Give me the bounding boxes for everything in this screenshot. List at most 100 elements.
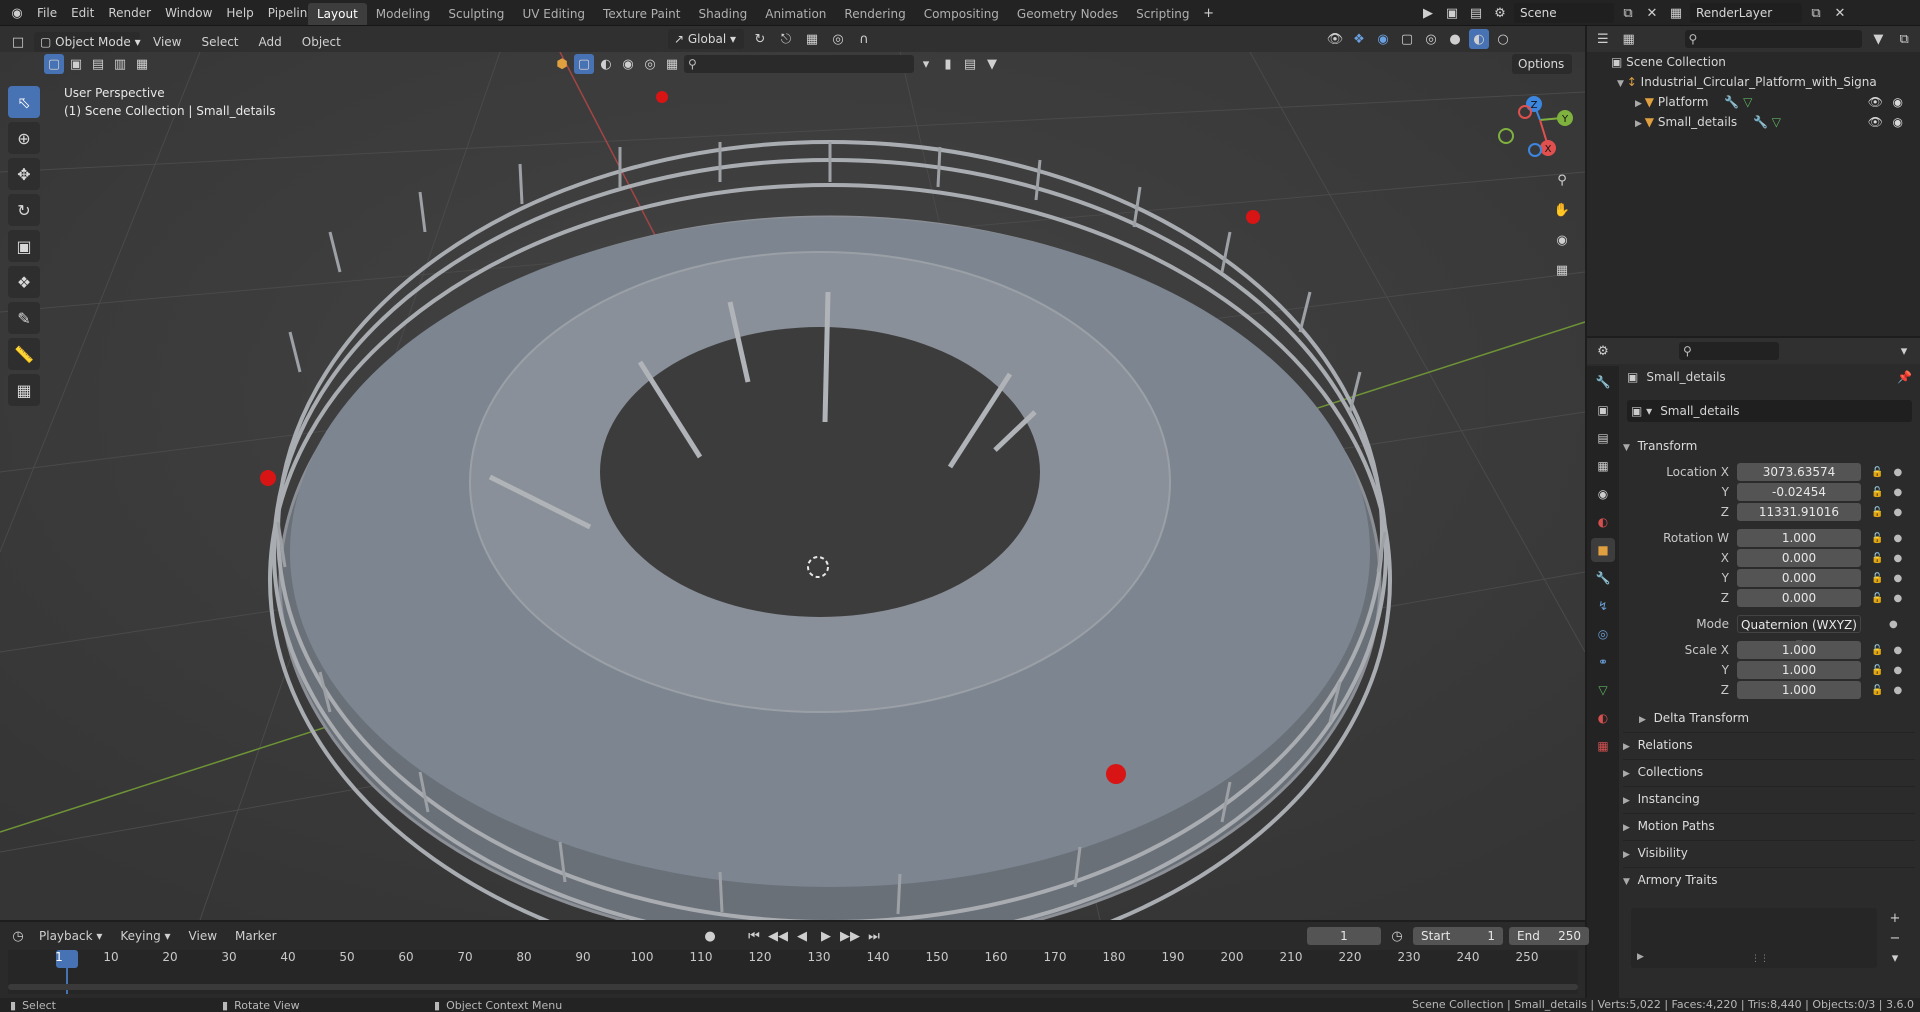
object-name-field[interactable]: ▣ ▾ Small_details [1627,400,1912,422]
modifiers-tab-icon[interactable]: 🔧 [1591,566,1615,590]
delta-transform-section[interactable]: ▶ Delta Transform [1639,706,1915,730]
keyframe-dot-icon[interactable]: ● [1893,467,1902,478]
expand-arrow-icon[interactable]: ▼ [1617,79,1627,89]
trait-menu-icon[interactable]: ▾ [1885,948,1905,968]
visibility-section[interactable]: ▶ Visibility [1623,840,1915,864]
tab-sculpting[interactable]: Sculpting [439,3,513,25]
texture-tab-icon[interactable]: ▦ [1591,734,1615,758]
tab-geometry-nodes[interactable]: Geometry Nodes [1008,3,1127,25]
filter-empty-icon[interactable]: ◎ [640,54,660,74]
keyframe-dot-icon[interactable]: ● [1893,507,1902,518]
view-layer-tab-icon[interactable]: ▦ [1591,454,1615,478]
options-button[interactable]: Options [1512,54,1572,74]
keyframe-dot-icon[interactable]: ● [1893,487,1902,498]
xray-icon[interactable]: ▢ [1397,29,1417,49]
rotation-y-field[interactable]: 0.000 [1737,569,1861,587]
solid-shading-icon[interactable]: ● [1445,29,1465,49]
proportional-edit-icon[interactable]: ◎ [828,29,848,49]
scene-tab-icon[interactable]: ◉ [1591,482,1615,506]
rotation-mode-dropdown[interactable]: Quaternion (WXYZ) ▾ [1737,615,1861,650]
lock-icon[interactable]: 🔓 [1871,507,1883,518]
render-image-icon[interactable]: ▣ [1442,3,1462,23]
snap-icon[interactable]: ⎋ [776,29,796,49]
physics-tab-icon[interactable]: ◎ [1591,622,1615,646]
add-trait-icon[interactable]: + [1885,908,1905,928]
properties-options-icon[interactable]: ▾ [1894,341,1914,361]
lock-icon[interactable]: 🔓 [1871,573,1883,584]
mode-dropdown[interactable]: ▢ Object Mode ▾ [34,32,141,52]
motion-paths-section[interactable]: ▶ Motion Paths [1623,813,1915,837]
pin-icon[interactable]: 📌 [1897,370,1912,384]
editor-type-icon[interactable]: □ [8,32,28,52]
outliner-search-input[interactable]: ⚲ [1684,30,1863,48]
tab-uv-editing[interactable]: UV Editing [513,3,594,25]
overlay-icon[interactable]: ◉ [1373,29,1393,49]
orientation-dropdown[interactable]: ↗ Global ▾ [668,29,744,49]
measure-tool[interactable]: 📏 [8,338,40,370]
render-animation-icon[interactable]: ▤ [1466,3,1486,23]
select-new-icon[interactable]: ▢ [44,54,64,74]
location-z-field[interactable]: 11331.91016 [1737,503,1861,521]
constraints-tab-icon[interactable]: ⚭ [1591,650,1615,674]
annotate-tool[interactable]: ✎ [8,302,40,334]
render-layer-field[interactable]: RenderLayer [1690,3,1802,23]
outliner-item-small-details[interactable]: ▶ ▼ Small_details 🔧 ▽ 👁 ◉ [1635,112,1905,132]
filter-camera-icon[interactable]: ◉ [618,54,638,74]
lock-icon[interactable]: 🔓 [1871,553,1883,564]
tab-scripting[interactable]: Scripting [1127,3,1198,25]
zoom-icon[interactable]: ⚲ [1552,170,1572,190]
3d-viewport[interactable]: Y Z X ▢ ▣ ▤ ▥ ▦ ⬢ ▢ ◐ ◉ ◎ ▦ ⚲ ▾ ▮ ▤ ▼ Op… [0,52,1585,920]
new-collection-icon[interactable]: ⧉ [1894,29,1914,49]
object-tab-icon[interactable]: ■ [1591,538,1615,562]
menu-edit[interactable]: Edit [64,0,101,26]
collections-section[interactable]: ▶ Collections [1623,759,1915,783]
rendered-shading-icon[interactable]: ○ [1493,29,1513,49]
eye-icon[interactable]: 👁 [1868,92,1883,112]
render-tab-icon[interactable]: ▣ [1591,398,1615,422]
viewport-search-input[interactable]: ⚲ [684,55,914,73]
outliner-item-parent[interactable]: ▼ ↕ Industrial_Circular_Platform_with_Si… [1617,72,1877,92]
keyframe-dot-icon[interactable]: ● [1893,665,1902,676]
material-shading-icon[interactable]: ◐ [1469,29,1489,49]
delete-scene-icon[interactable]: ✕ [1642,3,1662,23]
filter-mesh-icon[interactable]: ▢ [574,54,594,74]
add-cube-tool[interactable]: ▦ [8,374,40,406]
scene-field[interactable]: Scene [1514,3,1614,23]
keyframe-dot-icon[interactable]: ● [1893,533,1902,544]
delete-layer-icon[interactable]: ✕ [1830,3,1850,23]
scene-selector-icon[interactable]: ⚙ [1490,3,1510,23]
camera-render-icon[interactable]: ◉ [1893,92,1903,112]
keyframe-dot-icon[interactable]: ● [1893,553,1902,564]
filter-all-icon[interactable]: ⬢ [552,54,572,74]
location-y-field[interactable]: -0.02454 [1737,483,1861,501]
location-x-field[interactable]: 3073.63574 [1737,463,1861,481]
move-tool[interactable]: ✥ [8,158,40,190]
filter-funnel-icon[interactable]: ▼ [982,54,1002,74]
tab-modeling[interactable]: Modeling [367,3,440,25]
sort-icon[interactable]: ▤ [960,54,980,74]
filter-other-icon[interactable]: ▦ [662,54,682,74]
transform-section-header[interactable]: ▼ Transform [1623,434,1915,458]
list-resize-handle-icon[interactable]: ⋮⋮ [1751,954,1769,964]
filter-light-icon[interactable]: ◐ [596,54,616,74]
camera-view-icon[interactable]: ◉ [1552,230,1572,250]
lock-icon[interactable]: 🔓 [1871,467,1883,478]
instancing-section[interactable]: ▶ Instancing [1623,786,1915,810]
data-tab-icon[interactable]: ▽ [1591,678,1615,702]
lock-icon[interactable]: 🔓 [1871,645,1883,656]
properties-editor-icon[interactable]: ⚙ [1593,341,1613,361]
tab-texture-paint[interactable]: Texture Paint [594,3,689,25]
menu-render[interactable]: Render [101,0,158,26]
tab-shading[interactable]: Shading [689,3,756,25]
new-scene-icon[interactable]: ⧉ [1618,3,1638,23]
armory-traits-section[interactable]: ▼ Armory Traits [1623,867,1915,891]
scale-x-field[interactable]: 1.000 [1737,641,1861,659]
expand-arrow-icon[interactable]: ▶ [1635,119,1645,129]
pan-hand-icon[interactable]: ✋ [1552,200,1572,220]
gizmo-icon[interactable]: ❖ [1349,29,1369,49]
properties-search-input[interactable]: ⚲ [1679,342,1779,360]
outliner-filter-icon[interactable]: ▼ [1868,29,1888,49]
select-invert-icon[interactable]: ▥ [110,54,130,74]
eye-icon[interactable]: 👁 [1868,112,1883,132]
camera-render-icon[interactable]: ◉ [1893,112,1903,132]
